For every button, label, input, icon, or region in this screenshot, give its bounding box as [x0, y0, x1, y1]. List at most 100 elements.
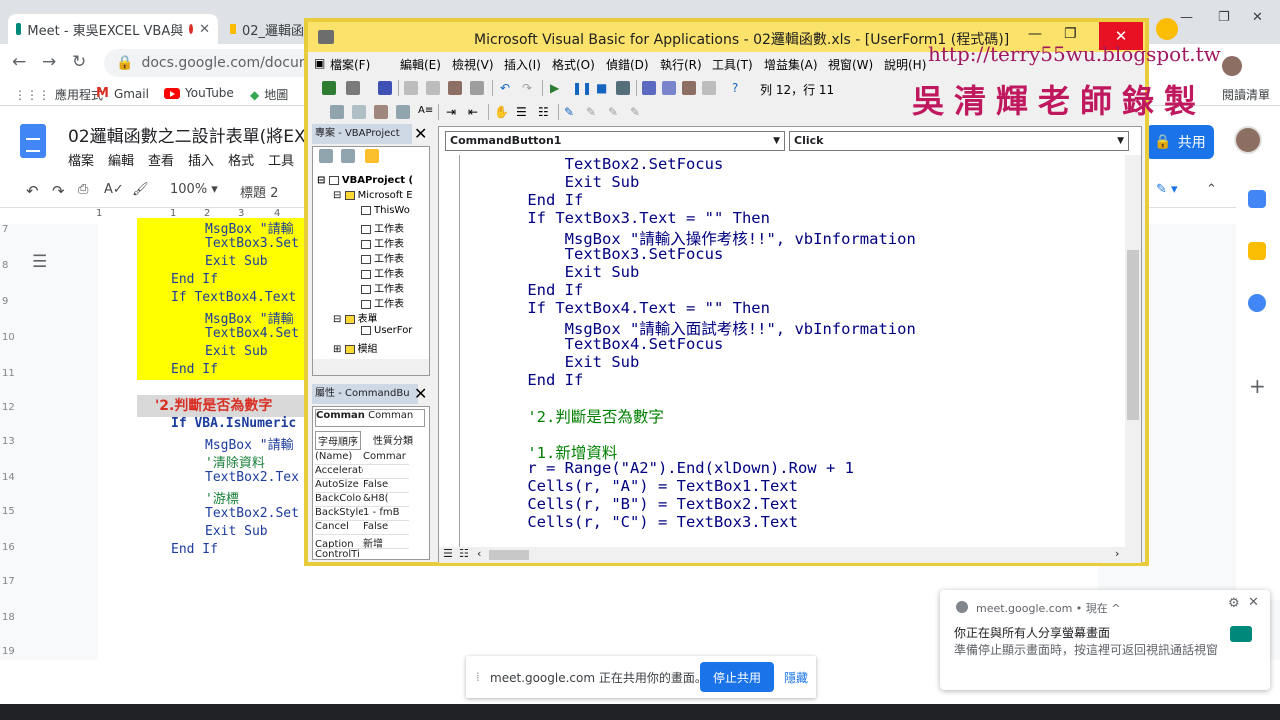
doc-code-line[interactable]: TextBox2.Tex	[205, 470, 299, 488]
cast-icon[interactable]	[1156, 18, 1178, 40]
docs-menu-format[interactable]: 格式	[228, 150, 254, 169]
reload-icon[interactable]: ↻	[72, 52, 86, 72]
outline-icon[interactable]: ☰	[32, 252, 47, 272]
doc-code-line[interactable]: If TextBox4.Text	[171, 290, 296, 308]
project-hscrollbar[interactable]	[313, 359, 429, 375]
back-icon[interactable]: ←	[12, 52, 26, 72]
bookmark-gmail[interactable]: M Gmail	[96, 86, 149, 101]
property-row[interactable]: Accelerato	[315, 465, 409, 479]
find-icon[interactable]	[470, 81, 484, 95]
maximize-icon[interactable]: ❐	[1218, 10, 1230, 25]
avatar[interactable]	[1234, 126, 1262, 154]
drag-handle-icon[interactable]: ⁞	[476, 670, 480, 684]
close-window-icon[interactable]: ✕	[1252, 10, 1263, 25]
forward-icon[interactable]: →	[42, 52, 56, 72]
scroll-left-icon[interactable]: ‹	[477, 547, 481, 560]
project-explorer-icon[interactable]	[642, 81, 656, 95]
collapse-toolbar-icon[interactable]: ⌃	[1206, 182, 1217, 197]
undo-icon[interactable]: ↶	[500, 81, 510, 95]
code-editor[interactable]: TextBox2.SetFocus Exit Sub End If If Tex…	[459, 155, 1119, 547]
toolbox-icon[interactable]	[702, 81, 716, 95]
insert-userform-icon[interactable]	[346, 81, 360, 95]
tree-item[interactable]: ThisWo	[361, 205, 410, 216]
procedure-view-icon[interactable]: ☰	[443, 547, 453, 560]
procedure-combo[interactable]: Click ▼	[789, 131, 1129, 151]
tree-item[interactable]: ⊟ 表單	[333, 310, 378, 325]
property-row[interactable]: ControlTi	[315, 549, 409, 559]
tree-item[interactable]: UserFor	[361, 325, 412, 336]
close-icon[interactable]: ✕	[1248, 595, 1259, 610]
tree-item[interactable]: 工作表	[361, 295, 404, 310]
tree-item[interactable]: 工作表	[361, 250, 404, 265]
docs-menu-tools[interactable]: 工具	[268, 150, 294, 169]
reading-list[interactable]: 閱讀清單	[1222, 86, 1270, 103]
share-button[interactable]: 🔒 共用	[1146, 125, 1214, 159]
editing-mode-icon[interactable]: ✎ ▾	[1156, 182, 1178, 197]
bookmark-youtube[interactable]: YouTube	[164, 86, 234, 100]
help-icon[interactable]: ?	[732, 81, 738, 95]
copy-icon[interactable]	[426, 81, 440, 95]
restore-icon[interactable]: ❐	[1064, 26, 1077, 42]
doc-code-line[interactable]: TextBox2.Set	[205, 506, 299, 524]
indent-icon[interactable]: ⇥	[446, 105, 456, 119]
document-title[interactable]: 02邏輯函數之二設計表單(將EXC	[68, 122, 316, 147]
next-bookmark-icon[interactable]: ✎	[586, 105, 596, 119]
reset-icon[interactable]: ■	[596, 81, 607, 95]
vbe-menu-addins[interactable]: 增益集(A)	[764, 56, 818, 73]
view-object-icon[interactable]	[341, 149, 355, 163]
docs-menu-insert[interactable]: 插入	[188, 150, 214, 169]
complete-word-icon[interactable]: A≡	[418, 105, 433, 116]
doc-code-line[interactable]: Exit Sub	[205, 344, 268, 362]
scroll-thumb[interactable]	[489, 550, 529, 560]
scroll-thumb[interactable]	[1127, 250, 1139, 420]
break-icon[interactable]: ❚❚	[572, 81, 592, 95]
doc-comment-line[interactable]: '游標	[205, 488, 239, 507]
comment-block-icon[interactable]: ☰	[516, 105, 527, 119]
stop-sharing-button[interactable]: 停止共用	[700, 662, 774, 692]
vbe-doc-icon[interactable]: ▣	[314, 56, 325, 70]
scroll-right-icon[interactable]: ›	[1115, 547, 1119, 560]
doc-code-line[interactable]: If VBA.IsNumeric	[171, 416, 296, 434]
run-icon[interactable]: ▶	[550, 81, 559, 95]
property-row[interactable]: (Name) Commar	[315, 451, 409, 465]
design-mode-icon[interactable]	[616, 81, 630, 95]
list-properties-icon[interactable]	[330, 105, 344, 119]
object-browser-icon[interactable]	[682, 81, 696, 95]
vbe-menu-view[interactable]: 檢視(V)	[452, 56, 494, 73]
meet-notification[interactable]: meet.google.com • 現在 ^ ⚙ ✕ 你正在與所有人分享螢幕畫面…	[940, 590, 1270, 690]
vbe-menu-debug[interactable]: 偵錯(D)	[606, 56, 649, 73]
property-row[interactable]: Caption 新增	[315, 535, 409, 549]
previous-bookmark-icon[interactable]: ✎	[608, 105, 618, 119]
calendar-icon[interactable]	[1248, 190, 1266, 208]
property-row[interactable]: BackStyle1 - fmB	[315, 507, 409, 521]
cut-icon[interactable]	[404, 81, 418, 95]
doc-code-line[interactable]: Exit Sub	[205, 254, 268, 272]
view-code-icon[interactable]	[319, 149, 333, 163]
save-icon[interactable]	[378, 81, 392, 95]
code-vscrollbar[interactable]	[1125, 155, 1141, 547]
outdent-icon[interactable]: ⇤	[468, 105, 478, 119]
full-module-view-icon[interactable]: ☷	[459, 547, 469, 560]
vbe-menu-help[interactable]: 說明(H)	[884, 56, 926, 73]
vbe-menu-edit[interactable]: 編輯(E)	[400, 56, 441, 73]
uncomment-block-icon[interactable]: ☷	[538, 105, 549, 119]
toggle-folders-icon[interactable]	[365, 149, 379, 163]
tasks-icon[interactable]	[1248, 294, 1266, 312]
vbe-menu-window[interactable]: 視窗(W)	[828, 56, 873, 73]
object-selector[interactable]: Comman Comman	[315, 409, 425, 427]
vbe-menu-format[interactable]: 格式(O)	[552, 56, 595, 73]
spellcheck-icon[interactable]: A✓	[104, 182, 124, 197]
property-row[interactable]: AutoSize False	[315, 479, 409, 493]
doc-code-line[interactable]: TextBox3.Set	[205, 236, 299, 254]
docs-menu-edit[interactable]: 編輯	[108, 150, 134, 169]
redo-icon[interactable]: ↷	[52, 182, 65, 200]
minimize-icon[interactable]: —	[1028, 26, 1042, 42]
doc-code-line[interactable]: MsgBox "請輸	[205, 218, 294, 237]
bookmark-maps[interactable]: ◆ 地圖	[250, 86, 288, 103]
properties-window-icon[interactable]	[662, 81, 676, 95]
tree-item[interactable]: 工作表	[361, 235, 404, 250]
quick-info-icon[interactable]	[374, 105, 388, 119]
profile-icon[interactable]	[1222, 56, 1242, 76]
zoom-select[interactable]: 100% ▾	[170, 182, 218, 197]
close-project-pane-icon[interactable]: ✕	[414, 124, 427, 143]
